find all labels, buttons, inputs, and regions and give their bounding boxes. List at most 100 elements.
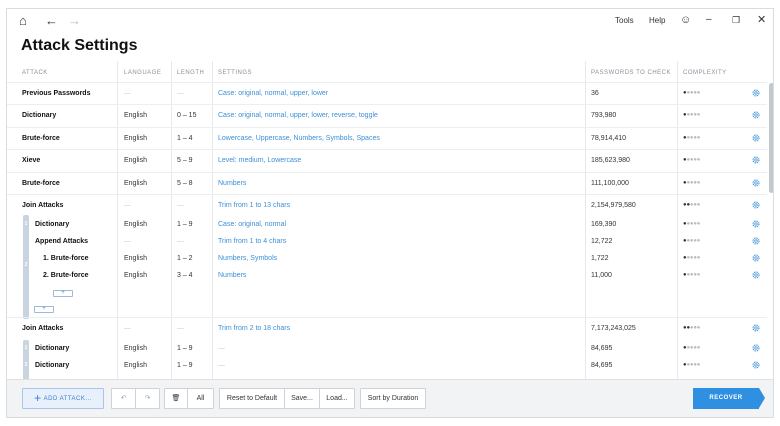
undo-icon[interactable]: ↶ [111,388,136,409]
col-length[interactable]: LENGTH [177,70,204,76]
complexity-meter: ●●●●● [683,180,701,186]
gear-icon[interactable] [751,270,761,280]
col-attack[interactable]: ATTACK [22,70,48,76]
passwords-count: 1,722 [591,255,609,262]
table-row[interactable]: 2. Brute-force English 3 – 4 Numbers 11,000 ●… [7,265,767,287]
complexity-meter: ●●●●● [683,272,701,278]
attack-name: Append Attacks [35,238,89,245]
settings-link[interactable]: Trim from 2 to 18 chars [218,325,290,332]
app-window: ⌂ ← → Tools Help ☺ – ❐ ✕ Attack Settings… [6,8,774,418]
complexity-meter: ●●●●● [683,221,701,227]
gear-icon[interactable] [751,343,761,353]
language-value: English [124,272,147,279]
settings-link[interactable]: Trim from 1 to 13 chars [218,202,290,209]
language-value: English [124,345,147,352]
recover-button[interactable]: RECOVER [693,388,765,409]
settings-link[interactable]: Case: original, normal, upper, lower [218,90,328,97]
close-icon[interactable]: ✕ [757,14,766,26]
complexity-meter: ●●●●● [683,135,701,141]
redo-icon[interactable]: ↷ [135,388,160,409]
gear-icon[interactable] [751,155,761,165]
passwords-count: 111,100,000 [591,180,629,187]
col-passwords[interactable]: PASSWORDS TO CHECK [591,70,671,76]
settings-link[interactable]: Numbers [218,272,246,279]
length-value: 1 – 2 [177,255,193,262]
length-value: 3 – 4 [177,272,193,279]
settings-link[interactable]: Case: original, normal, upper, lower, re… [218,112,378,119]
col-complexity[interactable]: COMPLEXITY [683,70,727,76]
gear-icon[interactable] [751,178,761,188]
back-arrow-icon[interactable]: ← [45,13,58,29]
table-row[interactable]: Previous Passwords — — Case: original, norm… [7,82,767,104]
settings-link[interactable]: Numbers [218,180,246,187]
sort-by-duration-button[interactable]: Sort by Duration [360,388,426,409]
table-row[interactable]: Brute-force English 1 – 4 Lowercase, Upperc… [7,127,767,149]
settings-link[interactable]: Lowercase, Uppercase, Numbers, Symbols, … [218,135,380,142]
passwords-count: 2,154,979,580 [591,202,636,209]
gear-icon[interactable] [751,323,761,333]
add-append-button[interactable]: + [53,290,73,297]
gear-icon[interactable] [751,133,761,143]
page-title: Attack Settings [21,37,138,54]
passwords-count: 169,390 [591,221,617,228]
table-row[interactable]: Dictionary English 1 – 9 — 84,695 ●●●●● [7,355,767,377]
gear-icon[interactable] [751,360,761,370]
gear-icon[interactable] [751,88,761,98]
minimize-icon[interactable]: – [706,14,712,26]
attack-name: Brute-force [22,135,60,142]
delete-all-button[interactable]: All [187,388,214,409]
length-value: 0 – 15 [177,112,197,119]
save-button[interactable]: Save... [284,388,320,409]
complexity-meter: ●●●●● [683,345,701,351]
gear-icon[interactable] [751,219,761,229]
col-language[interactable]: LANGUAGE [124,70,161,76]
passwords-count: 84,695 [591,345,613,352]
language-value: English [124,157,147,164]
feedback-smile-icon[interactable]: ☺ [680,14,691,26]
home-icon[interactable]: ⌂ [19,13,27,29]
forward-arrow-icon[interactable]: → [68,13,81,29]
attack-name: 2. Brute-force [43,272,89,279]
attack-name: Dictionary [35,362,70,369]
length-value: — [177,202,184,209]
language-value: — [124,202,131,209]
language-value: English [124,180,147,187]
attack-name: Join Attacks [22,325,64,332]
menu-tools[interactable]: Tools [615,16,634,25]
gear-icon[interactable] [751,200,761,210]
passwords-count: 185,623,980 [591,157,630,164]
trash-icon[interactable]: 🗑 [164,388,188,409]
attack-name: 1. Brute-force [43,255,89,262]
reset-to-default-button[interactable]: Reset to Default [219,388,285,409]
language-value: English [124,221,147,228]
load-button[interactable]: Load... [319,388,355,409]
length-value: 1 – 9 [177,221,193,228]
add-attack-label: ADD ATTACK... [43,396,92,402]
add-attack-button[interactable]: + ADD ATTACK... [22,388,104,409]
settings-link[interactable]: Level: medium, Lowercase [218,157,301,164]
scrollbar[interactable] [769,83,773,193]
language-value: English [124,112,147,119]
restore-icon[interactable]: ❐ [732,14,740,26]
table-row[interactable]: Dictionary English 0 – 15 Case: original, n… [7,104,767,126]
settings-link[interactable]: Numbers, Symbols [218,255,277,262]
passwords-count: 78,914,410 [591,135,627,142]
attack-name: Dictionary [22,112,57,119]
table-row[interactable]: Xieve English 5 – 9 Level: medium, Lowercas… [7,149,767,171]
add-join-button[interactable]: + [34,306,54,313]
attack-name: Brute-force [22,180,60,187]
table-row[interactable]: Join Attacks — — Trim from 1 to 13 chars 2,1… [7,194,767,216]
settings-link: — [218,362,225,369]
settings-link[interactable]: Trim from 1 to 4 chars [218,238,286,245]
length-value: — [177,90,184,97]
attack-name: Dictionary [35,221,70,228]
settings-link[interactable]: Case: original, normal [218,221,286,228]
col-settings[interactable]: SETTINGS [218,70,252,76]
gear-icon[interactable] [751,110,761,120]
gear-icon[interactable] [751,253,761,263]
table-row[interactable]: Join Attacks — — Trim from 2 to 18 chars 7,1… [7,317,767,339]
gear-icon[interactable] [751,236,761,246]
menu-help[interactable]: Help [649,16,665,25]
table-row[interactable]: Brute-force English 5 – 8 Numbers 111,100,00… [7,172,767,194]
passwords-count: 7,173,243,025 [591,325,636,332]
